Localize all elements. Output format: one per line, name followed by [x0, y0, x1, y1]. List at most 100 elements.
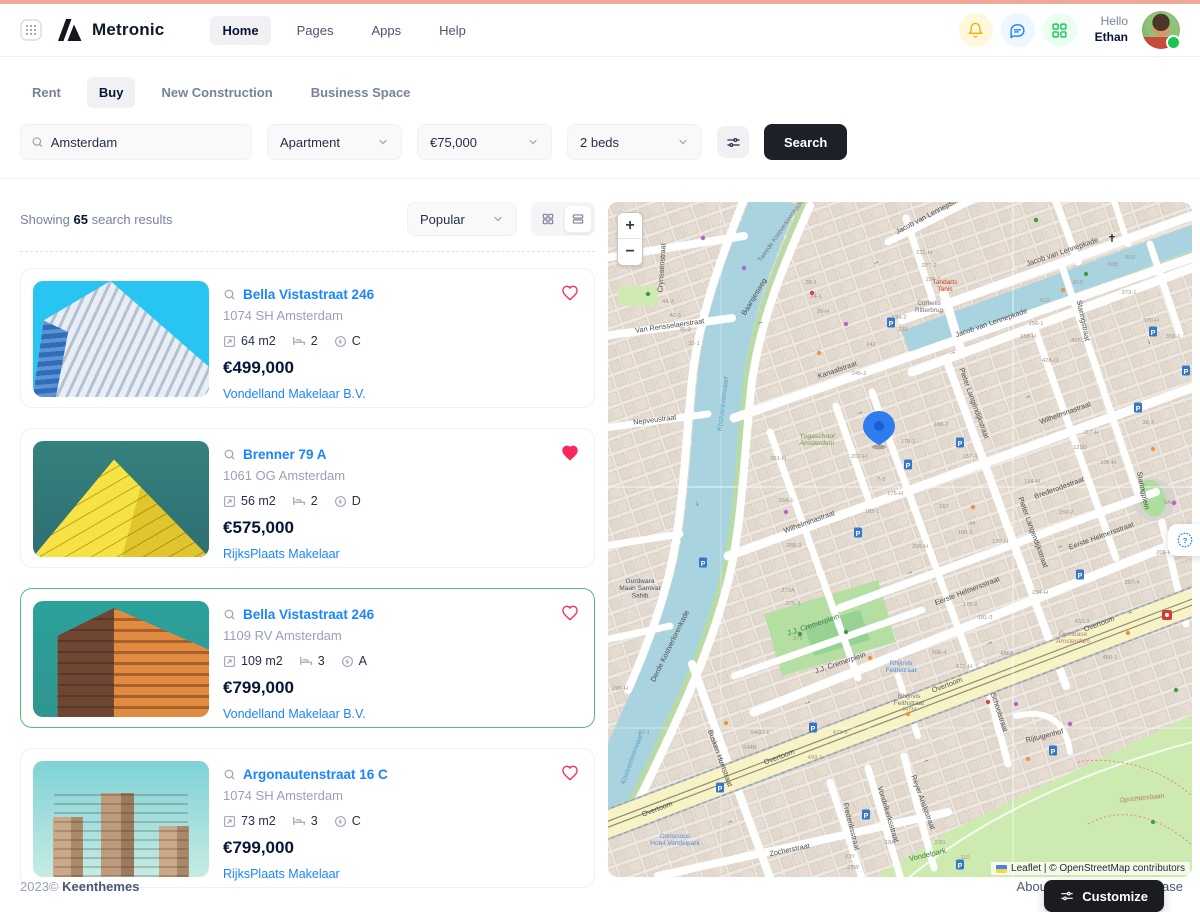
nav-item-apps[interactable]: Apps — [359, 16, 413, 45]
property-type-select[interactable]: Apartment — [267, 124, 402, 160]
tab-rent[interactable]: Rent — [20, 77, 73, 108]
map-label: 32-1 — [688, 341, 700, 347]
poi-dot — [810, 291, 814, 295]
property-price: €499,000 — [223, 358, 374, 378]
map-canvas[interactable]: Van RensselaerstraatNepveustraatKanaalst… — [608, 202, 1192, 877]
favorite-button[interactable] — [560, 283, 580, 303]
svg-text:P: P — [1078, 573, 1083, 580]
parking-icon: P — [1134, 403, 1142, 413]
poi-dot — [844, 322, 848, 326]
property-card[interactable]: Bella Vistastraat 246 1109 RV Amsterdam … — [20, 588, 595, 728]
tab-new-construction[interactable]: New Construction — [149, 77, 284, 108]
map-label: 450-1 — [1103, 655, 1118, 661]
agent-link[interactable]: Vondelland Makelaar B.V. — [223, 707, 374, 721]
help-button[interactable]: ? — [1168, 524, 1200, 556]
beds-value: 2 — [292, 494, 318, 508]
favorite-button[interactable] — [560, 763, 580, 783]
property-title-link[interactable]: Bella Vistastraat 246 — [223, 287, 374, 302]
grid-view-icon — [541, 212, 555, 226]
poi-dot — [1068, 722, 1072, 726]
nav-item-help[interactable]: Help — [427, 16, 478, 45]
svg-text:P: P — [1051, 749, 1056, 756]
property-photo — [33, 281, 209, 397]
poi-dot — [1151, 447, 1155, 451]
map-label: 227-2 — [922, 263, 937, 269]
nav-item-home[interactable]: Home — [210, 16, 270, 45]
location-input[interactable] — [51, 135, 241, 150]
map-label: 619 — [1040, 298, 1050, 304]
list-view-button[interactable] — [564, 205, 592, 233]
map-label: 129D — [1073, 445, 1087, 451]
property-photo — [33, 601, 209, 717]
beds-value: 2 — [292, 334, 318, 348]
svg-text:P: P — [889, 321, 894, 328]
agent-link[interactable]: Vondelland Makelaar B.V. — [223, 387, 374, 401]
price-select[interactable]: €75,000 — [417, 124, 552, 160]
energy-icon — [334, 815, 347, 828]
customize-button[interactable]: Customize — [1044, 880, 1164, 912]
sort-select[interactable]: Popular — [407, 202, 517, 236]
map-label: 159-2 — [1059, 510, 1074, 516]
search-button[interactable]: Search — [764, 124, 847, 160]
map-label: 416C — [1071, 338, 1085, 344]
map-label: 175-H — [887, 491, 903, 497]
map-label: 287-4 — [1125, 580, 1141, 586]
property-card[interactable]: Bella Vistastraat 246 1074 SH Amsterdam … — [20, 268, 595, 408]
sliders-icon — [726, 135, 741, 150]
map-attribution: Leaflet | © OpenStreetMap contributors — [991, 862, 1190, 875]
parking-icon: P — [862, 810, 870, 820]
svg-text:P: P — [958, 441, 963, 448]
map-label: 473-3 — [833, 730, 848, 736]
notifications-button[interactable] — [959, 13, 993, 47]
brand-logo[interactable]: Metronic — [54, 18, 164, 42]
tab-business-space[interactable]: Business Space — [299, 77, 423, 108]
area-icon — [223, 815, 236, 828]
zoom-in-button[interactable]: + — [618, 213, 642, 239]
agent-link[interactable]: RijksPlaats Makelaar — [223, 547, 361, 561]
bed-icon — [292, 334, 306, 348]
beds-select[interactable]: 2 beds — [567, 124, 702, 160]
map-label: 236 — [898, 327, 908, 333]
map-label: 200-H — [912, 544, 928, 550]
app-launcher-icon[interactable] — [20, 19, 42, 41]
nav-item-pages[interactable]: Pages — [285, 16, 346, 45]
svg-text:P: P — [958, 863, 963, 870]
map-label: 36-2 — [679, 327, 691, 333]
map-label: RhijnvisFeithstraat — [886, 660, 917, 674]
property-title-link[interactable]: Brenner 79 A — [223, 447, 361, 462]
zoom-out-button[interactable]: − — [618, 239, 642, 265]
favorite-button[interactable] — [560, 603, 580, 623]
more-filters-button[interactable] — [717, 126, 749, 158]
svg-text:?: ? — [1183, 536, 1188, 545]
grid-view-button[interactable] — [534, 205, 562, 233]
property-photo — [33, 761, 209, 877]
divider — [20, 251, 595, 252]
question-badge-icon: ? — [1176, 531, 1194, 549]
property-title-link[interactable]: Argonautenstraat 16 C — [223, 767, 388, 782]
map-label: 428-O — [1042, 358, 1059, 364]
search-icon — [31, 135, 44, 149]
property-card[interactable]: Brenner 79 A 1061 OG Amsterdam 56 m2 2 D… — [20, 428, 595, 568]
poi-dot — [868, 656, 872, 660]
parking-icon: P — [1076, 570, 1084, 580]
map-label: 290-H — [612, 686, 628, 692]
keenthemes-link[interactable]: Keenthemes — [62, 879, 139, 894]
chevron-down-icon — [377, 136, 389, 148]
map-label: 7-3 — [877, 477, 885, 483]
property-card[interactable]: Argonautenstraat 16 C 1074 SH Amsterdam … — [20, 748, 595, 888]
avatar[interactable] — [1142, 11, 1180, 49]
tab-buy[interactable]: Buy — [87, 77, 136, 108]
parking-icon: P — [699, 558, 707, 568]
map-label: 170-H — [992, 539, 1008, 545]
poi-dot — [1014, 702, 1018, 706]
favorite-button[interactable] — [560, 443, 580, 463]
map-label: 373-1 — [1122, 290, 1137, 296]
copyright: 2023© Keenthemes — [20, 879, 139, 894]
energy-label: C — [334, 814, 361, 828]
svg-text:P: P — [864, 813, 869, 820]
parking-icon: P — [956, 860, 964, 870]
chat-button[interactable] — [1001, 13, 1035, 47]
apps-quick-button[interactable] — [1043, 13, 1077, 47]
map-label: 156-1 — [1029, 321, 1044, 327]
property-title-link[interactable]: Bella Vistastraat 246 — [223, 607, 374, 622]
